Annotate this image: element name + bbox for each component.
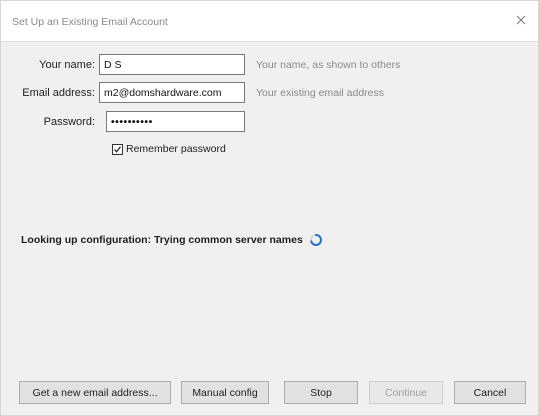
dialog-title: Set Up an Existing Email Account: [12, 16, 168, 28]
password-label: Password:: [43, 116, 95, 128]
status-text: Looking up configuration: Trying common …: [21, 234, 303, 246]
your-name-label: Your name:: [39, 59, 95, 71]
manual-config-button[interactable]: Manual config: [181, 381, 269, 404]
title-bar: Set Up an Existing Email Account: [1, 1, 538, 42]
email-address-label: Email address:: [22, 87, 95, 99]
your-name-hint: Your name, as shown to others: [256, 59, 401, 71]
spinner-icon: [309, 234, 322, 246]
close-icon: [516, 15, 526, 25]
remember-password-checkbox[interactable]: Remember password: [112, 143, 226, 155]
checkbox-checked-icon: [112, 143, 123, 155]
remember-password-label: Remember password: [126, 143, 226, 155]
continue-button[interactable]: Continue: [369, 381, 443, 404]
cancel-button[interactable]: Cancel: [454, 381, 526, 404]
config-status: Looking up configuration: Trying common …: [21, 233, 323, 247]
email-setup-dialog: Set Up an Existing Email Account Your na…: [0, 0, 539, 416]
email-address-hint: Your existing email address: [256, 87, 385, 99]
password-input[interactable]: [106, 111, 245, 132]
stop-button[interactable]: Stop: [284, 381, 358, 404]
close-button[interactable]: [512, 11, 530, 29]
email-address-input[interactable]: [99, 82, 245, 103]
your-name-input[interactable]: [99, 54, 245, 75]
get-new-email-button[interactable]: Get a new email address...: [19, 381, 171, 404]
